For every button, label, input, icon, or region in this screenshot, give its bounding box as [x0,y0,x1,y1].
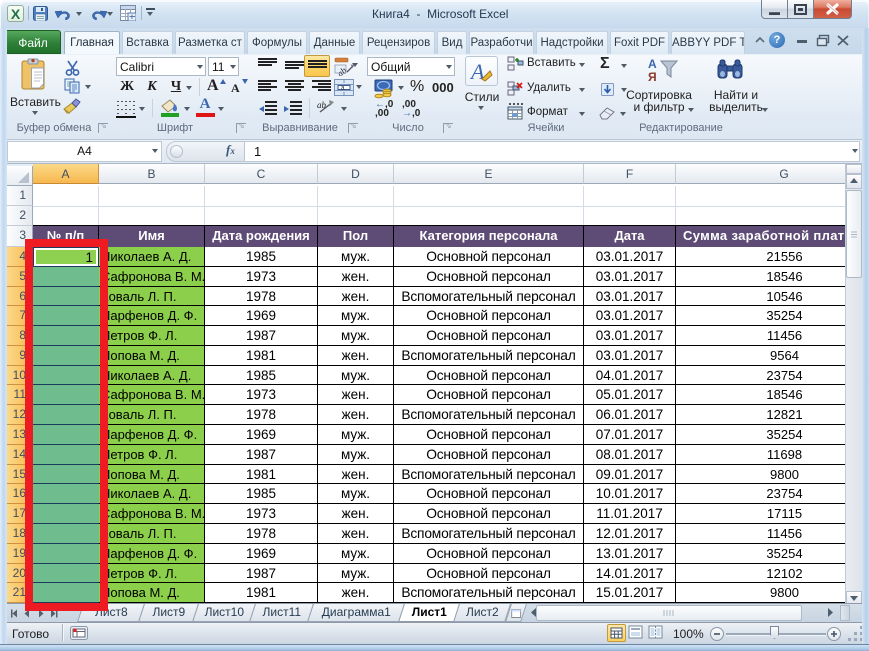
svg-text:A: A [470,59,485,84]
svg-text:А: А [648,57,657,71]
svg-text:Я: Я [648,70,657,83]
